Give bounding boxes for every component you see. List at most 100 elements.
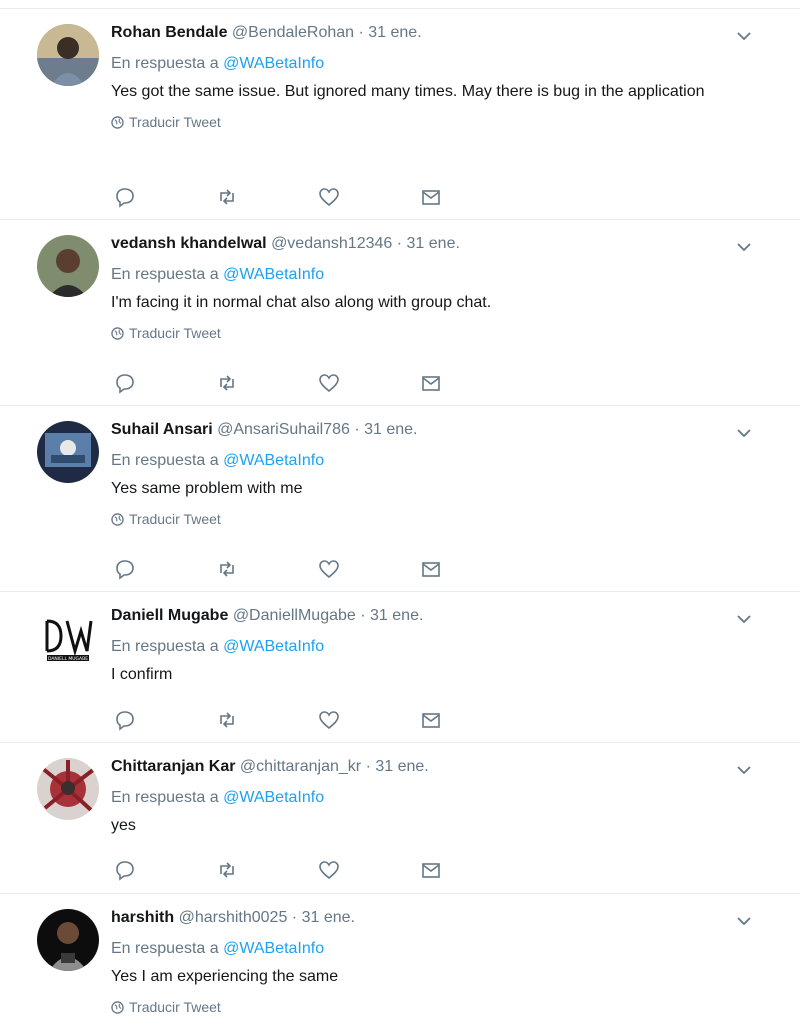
reply-to-link[interactable]: @WABetaInfo xyxy=(223,55,324,72)
tweet-actions xyxy=(114,558,444,580)
reply-icon[interactable] xyxy=(114,859,136,881)
retweet-icon[interactable] xyxy=(216,558,238,580)
reply-icon[interactable] xyxy=(114,558,136,580)
reply-prefix: En respuesta a xyxy=(111,266,219,283)
dot-separator: · xyxy=(365,758,371,775)
tweet-text: yes xyxy=(111,817,136,834)
tweet[interactable]: Rohan Bendale @BendaleRohan · 31 ene. En… xyxy=(0,9,800,220)
reply-to-link[interactable]: @WABetaInfo xyxy=(223,266,324,283)
tweet-date[interactable]: 31 ene. xyxy=(407,235,460,252)
user-name[interactable]: Chittaranjan Kar xyxy=(111,758,235,775)
tweet-header: Chittaranjan Kar @chittaranjan_kr · 31 e… xyxy=(111,757,760,777)
reply-icon[interactable] xyxy=(114,186,136,208)
avatar[interactable] xyxy=(37,758,99,820)
user-name[interactable]: Suhail Ansari xyxy=(111,421,213,438)
tweet[interactable]: Suhail Ansari @AnsariSuhail786 · 31 ene.… xyxy=(0,406,800,592)
tweet-date[interactable]: 31 ene. xyxy=(375,758,428,775)
envelope-icon[interactable] xyxy=(420,709,442,731)
user-handle[interactable]: @chittaranjan_kr xyxy=(240,758,361,775)
tweet-date[interactable]: 31 ene. xyxy=(370,607,423,624)
user-name[interactable]: vedansh khandelwal xyxy=(111,235,267,252)
tweet-date[interactable]: 31 ene. xyxy=(368,24,421,41)
chevron-down-icon[interactable] xyxy=(735,27,753,45)
user-handle[interactable]: @DaniellMugabe xyxy=(233,607,356,624)
retweet-icon[interactable] xyxy=(216,709,238,731)
heart-icon[interactable] xyxy=(318,859,340,881)
tweet-text: I confirm xyxy=(111,666,173,683)
envelope-icon[interactable] xyxy=(420,859,442,881)
heart-icon[interactable] xyxy=(318,558,340,580)
chevron-down-icon[interactable] xyxy=(735,424,753,442)
heart-icon[interactable] xyxy=(318,372,340,394)
user-name[interactable]: Daniell Mugabe xyxy=(111,607,228,624)
translate-tweet-link[interactable]: Traducir Tweet xyxy=(111,511,760,527)
tweet-header: Suhail Ansari @AnsariSuhail786 · 31 ene. xyxy=(111,420,760,440)
retweet-icon[interactable] xyxy=(216,186,238,208)
chevron-down-icon[interactable] xyxy=(735,912,753,930)
translate-label: Traducir Tweet xyxy=(129,325,221,341)
dot-separator: · xyxy=(291,909,298,926)
tweet[interactable]: DANIELL MUGABE Daniell Mugabe @DaniellMu… xyxy=(0,592,800,743)
envelope-icon[interactable] xyxy=(420,558,442,580)
translate-label: Traducir Tweet xyxy=(129,114,221,130)
globe-icon xyxy=(111,326,124,340)
tweet[interactable]: harshith @harshith0025 · 31 ene. En resp… xyxy=(0,894,800,1034)
user-handle[interactable]: @AnsariSuhail786 xyxy=(217,421,350,438)
envelope-icon[interactable] xyxy=(420,186,442,208)
tweet-header: vedansh khandelwal @vedansh12346 · 31 en… xyxy=(111,234,760,254)
tweet[interactable]: vedansh khandelwal @vedansh12346 · 31 en… xyxy=(0,220,800,406)
envelope-icon[interactable] xyxy=(420,372,442,394)
reply-icon[interactable] xyxy=(114,709,136,731)
reply-prefix: En respuesta a xyxy=(111,452,219,469)
translate-tweet-link[interactable]: Traducir Tweet xyxy=(111,325,760,341)
tweet-actions xyxy=(114,859,444,881)
globe-icon xyxy=(111,512,124,526)
avatar[interactable] xyxy=(37,24,99,86)
tweet-date[interactable]: 31 ene. xyxy=(364,421,417,438)
reply-to-link[interactable]: @WABetaInfo xyxy=(223,452,324,469)
reply-context: En respuesta a @WABetaInfo xyxy=(111,788,760,808)
tweet-actions xyxy=(114,186,444,208)
avatar[interactable] xyxy=(37,909,99,971)
dot-separator: · xyxy=(360,607,366,624)
reply-context: En respuesta a @WABetaInfo xyxy=(111,265,760,285)
tweet-date[interactable]: 31 ene. xyxy=(302,909,355,926)
chevron-down-icon[interactable] xyxy=(735,238,753,256)
tweet-actions xyxy=(114,372,444,394)
tweet-text: I'm facing it in normal chat also along … xyxy=(111,294,492,311)
tweet-header: Rohan Bendale @BendaleRohan · 31 ene. xyxy=(111,23,760,43)
avatar[interactable]: DANIELL MUGABE xyxy=(37,607,99,669)
user-name[interactable]: Rohan Bendale xyxy=(111,24,227,41)
reply-context: En respuesta a @WABetaInfo xyxy=(111,939,760,959)
user-handle[interactable]: @vedansh12346 xyxy=(271,235,392,252)
dot-separator: · xyxy=(396,235,403,252)
user-handle[interactable]: @harshith0025 xyxy=(179,909,288,926)
chevron-down-icon[interactable] xyxy=(735,610,753,628)
globe-icon xyxy=(111,1000,124,1014)
reply-icon[interactable] xyxy=(114,372,136,394)
reply-prefix: En respuesta a xyxy=(111,940,219,957)
tweet-header: harshith @harshith0025 · 31 ene. xyxy=(111,908,760,928)
avatar[interactable] xyxy=(37,235,99,297)
reply-prefix: En respuesta a xyxy=(111,789,219,806)
tweet-text: Yes same problem with me xyxy=(111,480,303,497)
heart-icon[interactable] xyxy=(318,709,340,731)
dot-separator: · xyxy=(358,24,364,41)
translate-tweet-link[interactable]: Traducir Tweet xyxy=(111,114,760,130)
reply-context: En respuesta a @WABetaInfo xyxy=(111,451,760,471)
tweet-text: Yes got the same issue. But ignored many… xyxy=(111,83,705,100)
tweet[interactable]: Chittaranjan Kar @chittaranjan_kr · 31 e… xyxy=(0,743,800,894)
reply-to-link[interactable]: @WABetaInfo xyxy=(223,638,324,655)
heart-icon[interactable] xyxy=(318,186,340,208)
tweet-actions xyxy=(114,709,444,731)
reply-to-link[interactable]: @WABetaInfo xyxy=(223,940,324,957)
retweet-icon[interactable] xyxy=(216,859,238,881)
user-handle[interactable]: @BendaleRohan xyxy=(232,24,354,41)
avatar-logo-text: DANIELL MUGABE xyxy=(48,656,88,662)
chevron-down-icon[interactable] xyxy=(735,761,753,779)
avatar[interactable] xyxy=(37,421,99,483)
reply-to-link[interactable]: @WABetaInfo xyxy=(223,789,324,806)
user-name[interactable]: harshith xyxy=(111,909,174,926)
translate-tweet-link[interactable]: Traducir Tweet xyxy=(111,999,760,1015)
retweet-icon[interactable] xyxy=(216,372,238,394)
